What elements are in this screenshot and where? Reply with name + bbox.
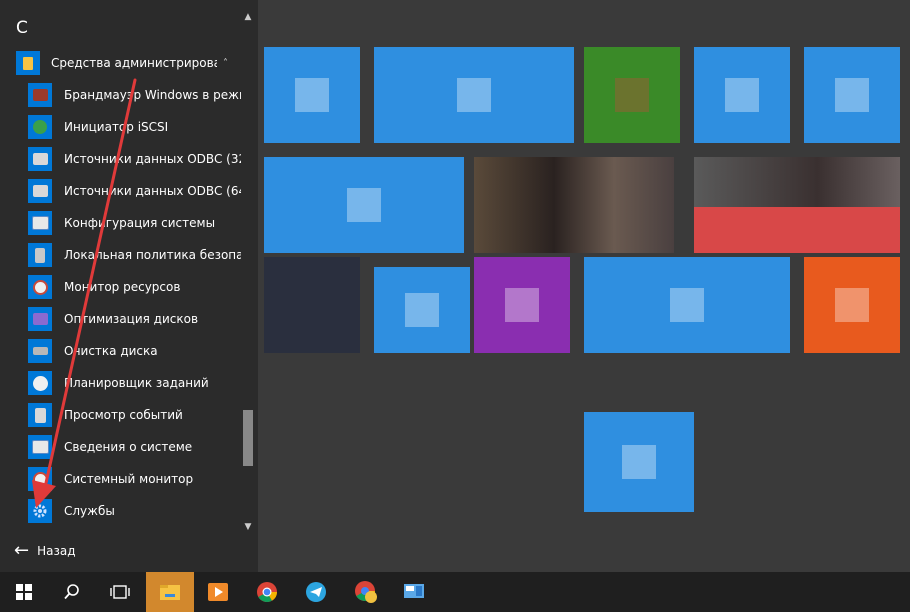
taskbar-chrome[interactable] <box>243 572 291 612</box>
taskbar-control-panel[interactable] <box>390 572 438 612</box>
search-button[interactable] <box>48 572 96 612</box>
media-player-icon <box>208 583 228 601</box>
taskbar-telegram[interactable] <box>292 572 340 612</box>
start-button[interactable] <box>0 572 48 612</box>
taskbar <box>0 572 910 612</box>
taskbar-chrome-profile[interactable] <box>342 572 390 612</box>
taskbar-media-player[interactable] <box>194 572 242 612</box>
telegram-icon <box>306 582 326 602</box>
task-view-button[interactable] <box>96 572 144 612</box>
chrome-profile-icon <box>355 581 377 603</box>
taskbar-file-explorer[interactable] <box>146 572 194 612</box>
folder-icon <box>160 585 180 600</box>
task-view-icon <box>110 585 130 599</box>
windows-logo-icon <box>16 584 32 600</box>
search-icon <box>64 584 79 600</box>
control-panel-icon <box>404 584 424 598</box>
annotation-arrow <box>32 78 137 508</box>
chrome-icon <box>257 582 277 602</box>
